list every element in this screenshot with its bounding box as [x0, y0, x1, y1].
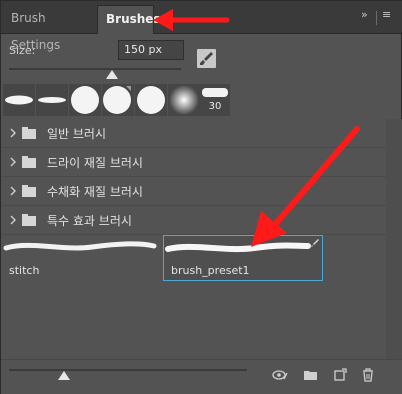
brush-tip-flat-1[interactable]	[3, 84, 35, 116]
brush-tip-30[interactable]: 30	[200, 84, 230, 116]
folder-icon	[22, 185, 36, 197]
tip-flat-shape	[5, 95, 33, 105]
size-input[interactable]: 150 px	[118, 40, 184, 60]
stroke-preview	[165, 242, 311, 253]
size-slider-track[interactable]	[9, 68, 181, 70]
chevron-right-icon[interactable]	[8, 215, 18, 225]
panel-menu-icon[interactable]: ≡	[382, 8, 391, 21]
brush-group-dry[interactable]: 드라이 재질 브러시	[2, 148, 386, 177]
collapse-icon[interactable]: »	[361, 8, 368, 21]
group-label: 특수 효과 브러시	[47, 214, 132, 228]
folder-icon	[22, 214, 36, 226]
brush-tip-round-3[interactable]	[135, 84, 167, 116]
preview-size-slider-thumb[interactable]	[58, 371, 70, 380]
bottom-toolbar	[1, 359, 402, 394]
brush-group-special-effects[interactable]: 특수 효과 브러시	[2, 206, 386, 235]
brush-glyph	[200, 52, 213, 65]
tip-flat-shape	[38, 97, 66, 103]
preview-size-slider-track[interactable]	[9, 369, 247, 371]
chevron-right-icon[interactable]	[8, 157, 18, 167]
brush-group-general[interactable]: 일반 브러시	[2, 119, 386, 148]
size-label: Size:	[9, 44, 36, 57]
brush-tip-soft[interactable]	[168, 84, 200, 116]
brush-edit-icon	[311, 239, 319, 247]
trash-icon[interactable]	[360, 367, 376, 383]
brush-tip-round-1[interactable]	[69, 84, 101, 116]
brushes-panel: Brush Settings Brushes » ≡ Size: 150 px	[0, 0, 402, 394]
brush-group-watercolor[interactable]: 수채화 재질 브러시	[2, 177, 386, 206]
tab-brushes[interactable]: Brushes	[97, 5, 161, 34]
tab-bar: Brush Settings Brushes » ≡	[1, 1, 402, 52]
preset-brush-preset1[interactable]: brush_preset1	[163, 235, 323, 281]
group-label: 일반 브러시	[47, 127, 107, 141]
stroke-preview	[3, 241, 157, 251]
preset-label: brush_preset1	[171, 264, 250, 277]
new-brush-icon[interactable]	[197, 49, 216, 68]
size-slider-thumb[interactable]	[106, 70, 118, 79]
folder-icon[interactable]	[303, 367, 319, 383]
recent-brush-tips: 30	[3, 84, 401, 118]
tip-soft-shape	[169, 85, 199, 115]
brush-tip-size-label: 30	[208, 101, 222, 112]
brush-group-list: 일반 브러시 드라이 재질 브러시 수채화 재질 브러시 특수 효과 브러시	[2, 119, 386, 235]
list-scrollbar[interactable]	[386, 119, 402, 359]
preset-label: stitch	[9, 264, 40, 277]
tip-bar-shape	[202, 88, 228, 97]
preset-stitch[interactable]: stitch	[2, 235, 159, 281]
chevron-right-icon[interactable]	[8, 128, 18, 138]
brush-tip-round-2[interactable]	[102, 84, 134, 116]
tip-round-shape	[137, 86, 165, 114]
chevron-right-icon[interactable]	[8, 186, 18, 196]
folder-icon	[22, 156, 36, 168]
tab-brush-settings[interactable]: Brush Settings	[3, 5, 95, 52]
group-label: 수채화 재질 브러시	[47, 185, 143, 199]
new-preset-icon[interactable]	[332, 367, 348, 383]
divider	[376, 11, 377, 25]
brush-tip-flat-2[interactable]	[36, 84, 68, 116]
tip-round-shape	[103, 86, 131, 114]
group-label: 드라이 재질 브러시	[47, 156, 143, 170]
folder-icon	[22, 127, 36, 139]
eye-brush-icon[interactable]	[272, 367, 288, 383]
tip-round-shape	[71, 86, 99, 114]
